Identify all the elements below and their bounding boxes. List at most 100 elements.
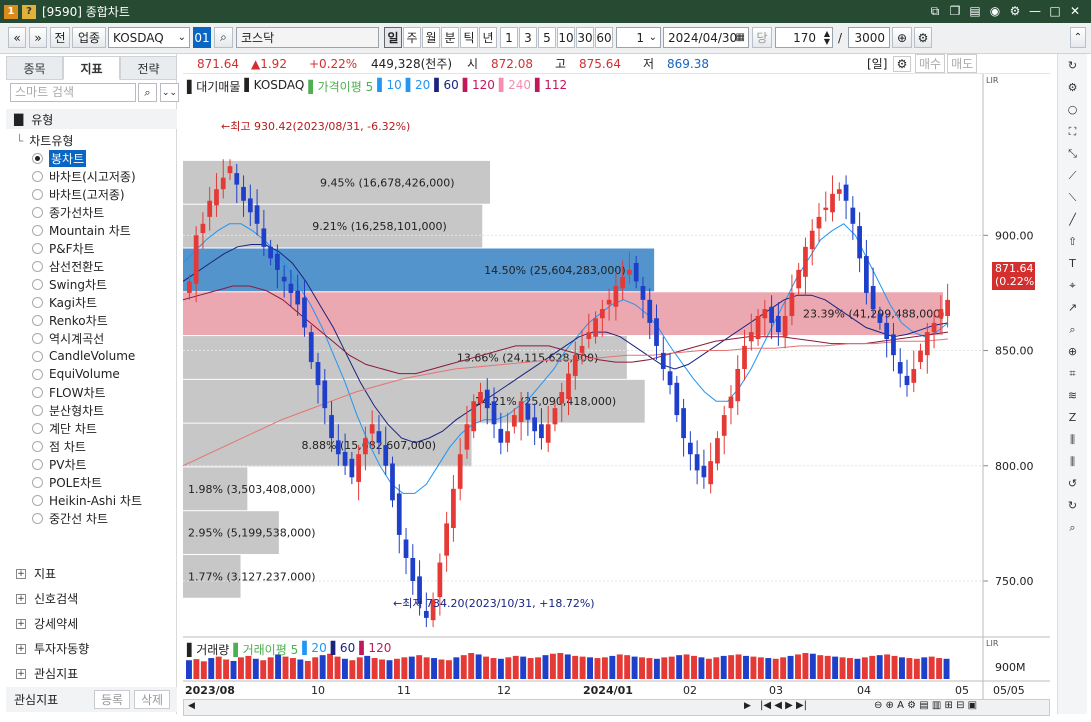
bars-icon[interactable]: ⫼ — [1061, 429, 1085, 450]
chart-type-item[interactable]: 분산형차트 — [16, 401, 176, 419]
period-month[interactable]: 월 — [422, 27, 440, 48]
search-icon[interactable]: ⌕ — [1061, 517, 1085, 538]
line-tool-icon[interactable]: ⟋ — [1061, 165, 1085, 186]
zoom-controls[interactable]: ⊖ ⊕ A ⚙ ▤ ▥ ⊞ ⊟ ▣ — [874, 700, 977, 711]
category-item[interactable]: + 투자자동향 — [6, 636, 177, 661]
radio-icon[interactable] — [32, 152, 43, 164]
radio-icon[interactable] — [32, 368, 43, 380]
add-button[interactable]: 등록 — [94, 690, 130, 709]
radio-icon[interactable] — [32, 314, 43, 326]
interval-1[interactable]: 1 — [500, 27, 518, 48]
legend-entry[interactable]: ▌120 — [463, 78, 495, 95]
interval-30[interactable]: 30 — [576, 27, 594, 48]
symbol-select[interactable]: KOSDAQ ⌄ — [108, 27, 190, 48]
expand-plus-icon[interactable]: + — [16, 593, 26, 604]
prev-button[interactable]: « — [8, 27, 26, 48]
minimize-icon[interactable]: — — [1027, 3, 1043, 19]
radio-icon[interactable] — [32, 278, 43, 290]
expand-icon[interactable]: ⌄⌄ — [160, 83, 179, 102]
chart-type-item[interactable]: FLOW차트 — [16, 383, 176, 401]
radio-icon[interactable] — [32, 386, 43, 398]
chart-type-item[interactable]: PV차트 — [16, 455, 176, 473]
bars-field[interactable]: 170 ▲ ▼ — [775, 27, 833, 48]
stepper-icon[interactable]: ▲ ▼ — [824, 29, 830, 46]
circle-tool-icon[interactable]: ○ — [1061, 99, 1085, 120]
date-field[interactable]: 2024/04/30 ▦ — [663, 27, 749, 48]
radio-icon[interactable] — [32, 242, 43, 254]
gear-icon[interactable]: ⚙ — [914, 27, 932, 48]
ray-tool-icon[interactable]: ⟍ — [1061, 187, 1085, 208]
legend-entry[interactable]: ▌60 — [434, 78, 459, 95]
chart-type-item[interactable]: 계단 차트 — [16, 419, 176, 437]
legend-entry[interactable]: ▌10 — [377, 78, 402, 95]
delete-button[interactable]: 삭제 — [134, 690, 170, 709]
search-icon[interactable]: ⌕ — [214, 27, 233, 48]
chart-type-item[interactable]: 종가선차트 — [16, 203, 176, 221]
auto-icon[interactable]: ⇧ — [1061, 231, 1085, 252]
chart-type-item[interactable]: Renko차트 — [16, 311, 176, 329]
grid-icon[interactable]: ⌗ — [1061, 363, 1085, 384]
marker-icon[interactable]: ⌖ — [1061, 275, 1085, 296]
period-minute[interactable]: 분 — [441, 27, 459, 48]
chart-type-item[interactable]: 삼선전환도 — [16, 257, 176, 275]
legend-entry[interactable]: ▌60 — [331, 641, 356, 658]
max-field[interactable]: 3000 — [848, 27, 890, 48]
dropdown-button[interactable]: » — [29, 27, 47, 48]
category-item[interactable]: + 지표 — [6, 561, 177, 586]
stock-name-field[interactable]: 코스닥 — [236, 27, 379, 48]
sell-button[interactable]: 매도 — [947, 54, 978, 73]
search-icon[interactable]: ⌕ — [138, 83, 157, 102]
jeon-button[interactable]: 전 — [50, 27, 70, 48]
dang-button[interactable]: 당 — [752, 27, 772, 48]
chart-type-item[interactable]: P&F차트 — [16, 239, 176, 257]
close-icon[interactable]: ✕ — [1067, 3, 1083, 19]
trend-tool-icon[interactable]: ⤡ — [1061, 143, 1085, 164]
scroll-right-icon[interactable]: ▶ — [744, 701, 751, 711]
radio-icon[interactable] — [32, 260, 43, 272]
radio-icon[interactable] — [32, 296, 43, 308]
refresh-icon[interactable]: ↻ — [1061, 55, 1085, 76]
gear-icon[interactable]: ⚙ — [893, 55, 911, 72]
radio-icon[interactable] — [32, 206, 43, 218]
calendar-icon[interactable]: ▦ — [736, 32, 745, 43]
smart-search-input[interactable]: 스마트 검색 — [10, 83, 136, 102]
zigzag-icon[interactable]: Z — [1061, 407, 1085, 428]
scroll-left-icon[interactable]: ◀ — [188, 701, 195, 711]
period-year[interactable]: 년 — [479, 27, 497, 48]
legend-entry[interactable]: ▌120 — [359, 641, 391, 658]
radio-icon[interactable] — [32, 440, 43, 452]
code-field[interactable]: 01 — [193, 27, 211, 48]
legend-entry[interactable]: ▌20 — [406, 78, 431, 95]
collapse-icon[interactable]: ⌃ — [1070, 27, 1086, 48]
legend-entry[interactable]: ▌20 — [302, 641, 327, 658]
copy-icon[interactable]: ❐ — [947, 3, 963, 19]
radio-icon[interactable] — [32, 350, 43, 362]
price-chart[interactable]: 9.45% (16,678,426,000) 9.21% (16,258,101,… — [183, 74, 1050, 699]
interval-3[interactable]: 3 — [519, 27, 537, 48]
chart-tool-icon[interactable]: ⛶ — [1061, 121, 1085, 142]
print-icon[interactable]: ▤ — [967, 3, 983, 19]
period-week[interactable]: 주 — [403, 27, 421, 48]
radio-icon[interactable] — [32, 332, 43, 344]
interval-60[interactable]: 60 — [595, 27, 613, 48]
chart-type-item[interactable]: 중간선 차트 — [16, 509, 176, 527]
bars2-icon[interactable]: ⫼ — [1061, 451, 1085, 472]
chart-type-item[interactable]: Swing차트 — [16, 275, 176, 293]
period-tick[interactable]: 틱 — [460, 27, 478, 48]
chart-type-item[interactable]: Kagi차트 — [16, 293, 176, 311]
scroll-bar[interactable]: ◀ ▶ |◀ ◀ ▶ ▶| ⊖ ⊕ A ⚙ ▤ ▥ ⊞ ⊟ ▣ — [183, 699, 1050, 716]
chart-type-item[interactable]: Mountain 차트 — [16, 221, 176, 239]
radio-icon[interactable] — [32, 422, 43, 434]
group-header[interactable]: ▇ 유형 — [6, 109, 177, 129]
redo-icon[interactable]: ↻ — [1061, 495, 1085, 516]
radio-icon[interactable] — [32, 458, 43, 470]
legend-entry[interactable]: ▌거래이평 5 — [233, 641, 298, 658]
upjong-button[interactable]: 업종 — [72, 27, 106, 48]
chart-type-item[interactable]: Heikin-Ashi 차트 — [16, 491, 176, 509]
help-badge[interactable]: ? — [22, 4, 36, 19]
playback-controls[interactable]: |◀ ◀ ▶ ▶| — [760, 700, 807, 711]
radio-icon[interactable] — [32, 494, 43, 506]
tab-strategy[interactable]: 전략 — [120, 56, 177, 80]
radio-icon[interactable] — [32, 476, 43, 488]
legend-entry[interactable]: ▌KOSDAQ — [244, 78, 304, 95]
